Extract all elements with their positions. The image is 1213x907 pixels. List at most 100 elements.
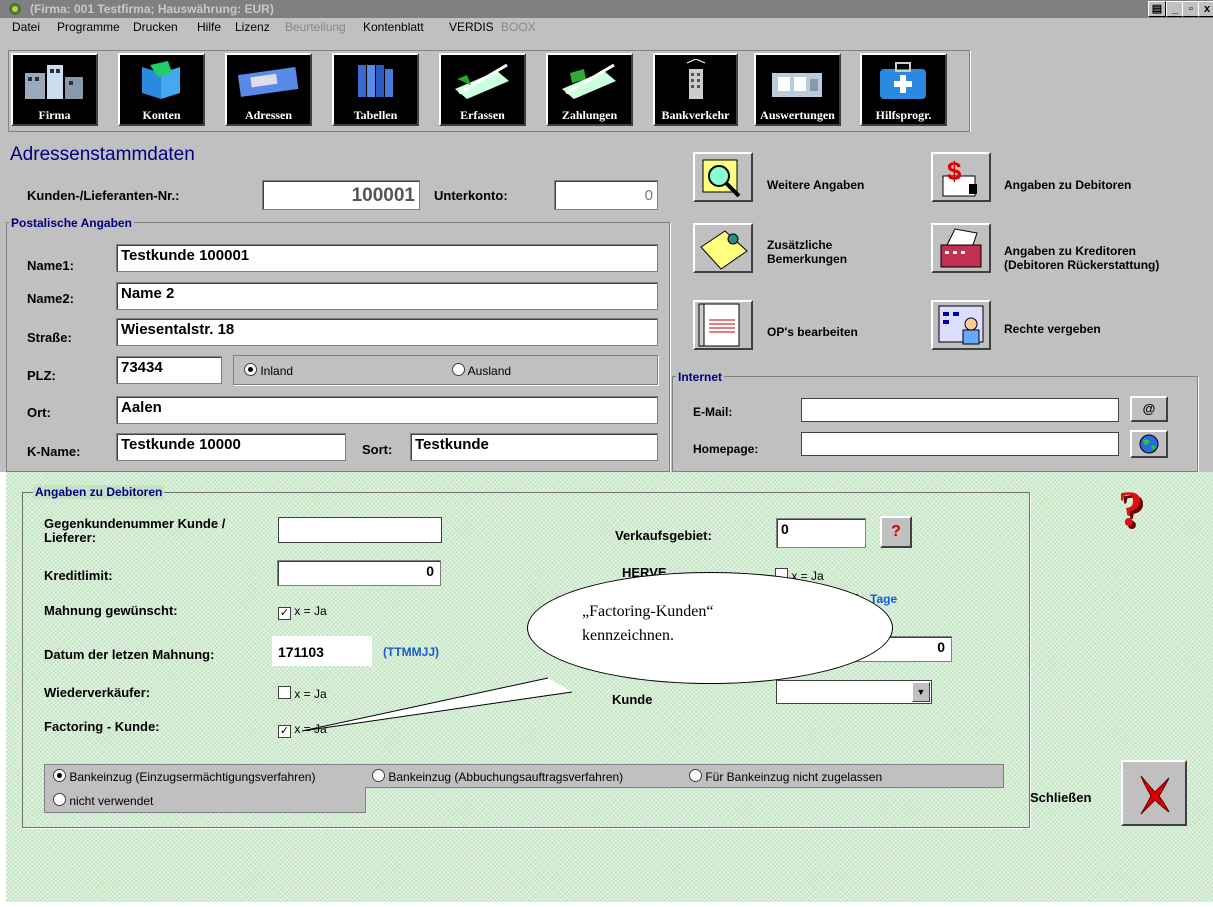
callout-text: „Factoring-Kunden“ kennzeichnen. [582,600,714,648]
wiederverkaeufer-label: Wiederverkäufer: [44,685,151,700]
print-icon[interactable]: ▤ [1148,1,1166,17]
bank-radio-nicht-verwendet-indicator[interactable] [53,793,66,806]
debitoren-angaben-label: Angaben zu Debitoren [1004,178,1132,192]
toolbar-firma-button[interactable]: Firma [11,53,98,126]
bemerkungen-button[interactable] [693,223,753,273]
toolbar-konten-button[interactable]: Konten [118,53,205,126]
bank-radio-nicht-zugelassen-indicator[interactable] [689,769,702,782]
address-master-form: Adressenstammdaten Kunden-/Lieferanten-N… [0,132,1213,472]
unterkonto-field[interactable]: 0 [554,180,658,210]
menu-datei[interactable]: Datei [12,20,40,34]
toolbar-bankverkehr-label: Bankverkehr [661,108,730,122]
toolbar-hilfsprogr-label: Hilfsprogr. [875,108,932,122]
menu-programme[interactable]: Programme [57,20,120,34]
homepage-input[interactable] [801,432,1119,456]
svg-text:?: ? [1118,484,1143,534]
kreditoren-angaben-label: Angaben zu Kreditoren (Debitoren Rückers… [1004,244,1160,272]
kreditlimit-field[interactable]: 0 [277,560,441,586]
close-window-button[interactable]: x [1198,1,1213,17]
ops-bearbeiten-button[interactable] [693,300,753,350]
cash-register-icon [940,228,982,268]
address-card-icon [237,67,299,97]
menu-lizenz[interactable]: Lizenz [235,20,270,34]
gegenkunde-label: Gegenkundenummer Kunde / Lieferer: [44,516,226,545]
menu-drucken[interactable]: Drucken [133,20,178,34]
svg-text:$: $ [947,156,962,186]
ausland-radio[interactable]: Ausland [452,363,511,378]
verkaufsgebiet-help-button[interactable]: ? [880,516,912,548]
name2-field[interactable]: Name 2 [116,282,658,310]
menu-beurteilung[interactable]: Beurteilung [285,20,346,34]
email-label: E-Mail: [693,405,733,419]
name1-field[interactable]: Testkunde 100001 [116,244,658,272]
mahnung-check-indicator[interactable]: ✓ [278,607,291,620]
toolbar-hilfsprogr-button[interactable]: Hilfsprogr. [860,53,947,126]
strasse-field[interactable]: Wiesentalstr. 18 [116,318,658,346]
email-input[interactable] [801,398,1119,422]
plz-field[interactable]: 73434 [116,356,222,384]
mahnung-checkbox[interactable]: ✓ x = Ja [278,604,327,620]
mahnung-xja-label: x = Ja [294,604,327,618]
toolbar-firma-label: Firma [38,108,71,122]
name1-label: Name1: [27,258,74,273]
inland-radio[interactable]: Inland [244,363,293,378]
building-icon [25,65,83,99]
savings-bank-icon: $ [942,156,977,197]
bank-radio-nicht-verwendet[interactable]: nicht verwendet [53,793,153,808]
toolbar-erfassen-button[interactable]: Erfassen [439,53,526,126]
menu-boox[interactable]: BOOX [501,20,536,34]
bank-radio-einzug[interactable]: Bankeinzug (Einzugsermächtigungsverfahre… [53,769,315,784]
ops-bearbeiten-label: OP's bearbeiten [767,325,858,339]
payment-icon [562,63,616,99]
datum-field[interactable]: 171103 [278,644,324,660]
homepage-globe-button[interactable] [1130,430,1168,458]
kunden-nr-field[interactable]: 100001 [262,180,420,210]
ort-field[interactable]: Aalen [116,396,658,424]
ausland-label: Ausland [467,364,512,378]
kunde-dropdown[interactable]: ▼ [776,680,932,704]
bank-radio-einzug-indicator[interactable] [53,769,66,782]
menu-hilfe[interactable]: Hilfe [197,20,221,34]
toolbar-konten-label: Konten [142,108,181,122]
sort-label: Sort: [362,442,393,457]
close-button[interactable] [1121,760,1187,826]
rechte-vergeben-button[interactable] [931,300,991,350]
toolbar-zahlungen-button[interactable]: Zahlungen [546,53,633,126]
email-at-button[interactable]: @ [1130,396,1168,422]
toolbar-auswertungen-button[interactable]: Auswertungen [754,53,841,126]
toolbar-adressen-button[interactable]: Adressen [225,53,312,126]
verkaufsgebiet-field[interactable]: 0 [776,518,866,548]
inland-radio-indicator[interactable] [244,363,257,376]
menu-kontenblatt[interactable]: Kontenblatt [363,20,424,34]
gegenkunde-field[interactable] [278,517,442,543]
bank-radio-abbuchung-label: Bankeinzug (Abbuchungsauftragsverfahren) [388,770,624,784]
kreditoren-angaben-button[interactable] [931,223,991,273]
pen-paper-icon [455,63,509,99]
ausland-radio-indicator[interactable] [452,363,465,376]
unterkonto-label: Unterkonto: [434,188,508,203]
kreditlimit-label: Kreditlimit: [44,568,113,583]
bank-radio-abbuchung[interactable]: Bankeinzug (Abbuchungsauftragsverfahren) [372,769,623,784]
callout-line-2: kennzeichnen. [582,627,674,644]
toolbar-bankverkehr-button[interactable]: Bankverkehr [653,53,738,126]
weitere-angaben-button[interactable] [693,152,753,202]
app-icon[interactable] [8,2,22,16]
toolbar-erfassen-label: Erfassen [460,108,505,122]
bank-radio-abbuchung-indicator[interactable] [372,769,385,782]
internet-group-title: Internet [676,370,725,384]
chevron-down-icon[interactable]: ▼ [912,682,930,702]
datum-label: Datum der letzen Mahnung: [44,647,215,662]
menu-verdis[interactable]: VERDIS [449,20,494,34]
page-title: Adressenstammdaten [10,144,195,165]
country-group [233,355,658,385]
help-question-icon[interactable]: ?? [1115,480,1165,539]
kunde-label: Kunde [612,692,653,707]
weitere-angaben-label: Weitere Angaben [767,178,865,192]
debitoren-angaben-button[interactable]: $ [931,152,991,202]
kname-field[interactable]: Testkunde 10000 [116,433,346,461]
toolbar-tabellen-button[interactable]: Tabellen [332,53,419,126]
magnifier-document-icon [702,159,741,198]
name2-label: Name2: [27,291,74,306]
sort-field[interactable]: Testkunde [410,433,658,461]
bank-radio-nicht-zugelassen[interactable]: Für Bankeinzug nicht zugelassen [689,769,882,784]
